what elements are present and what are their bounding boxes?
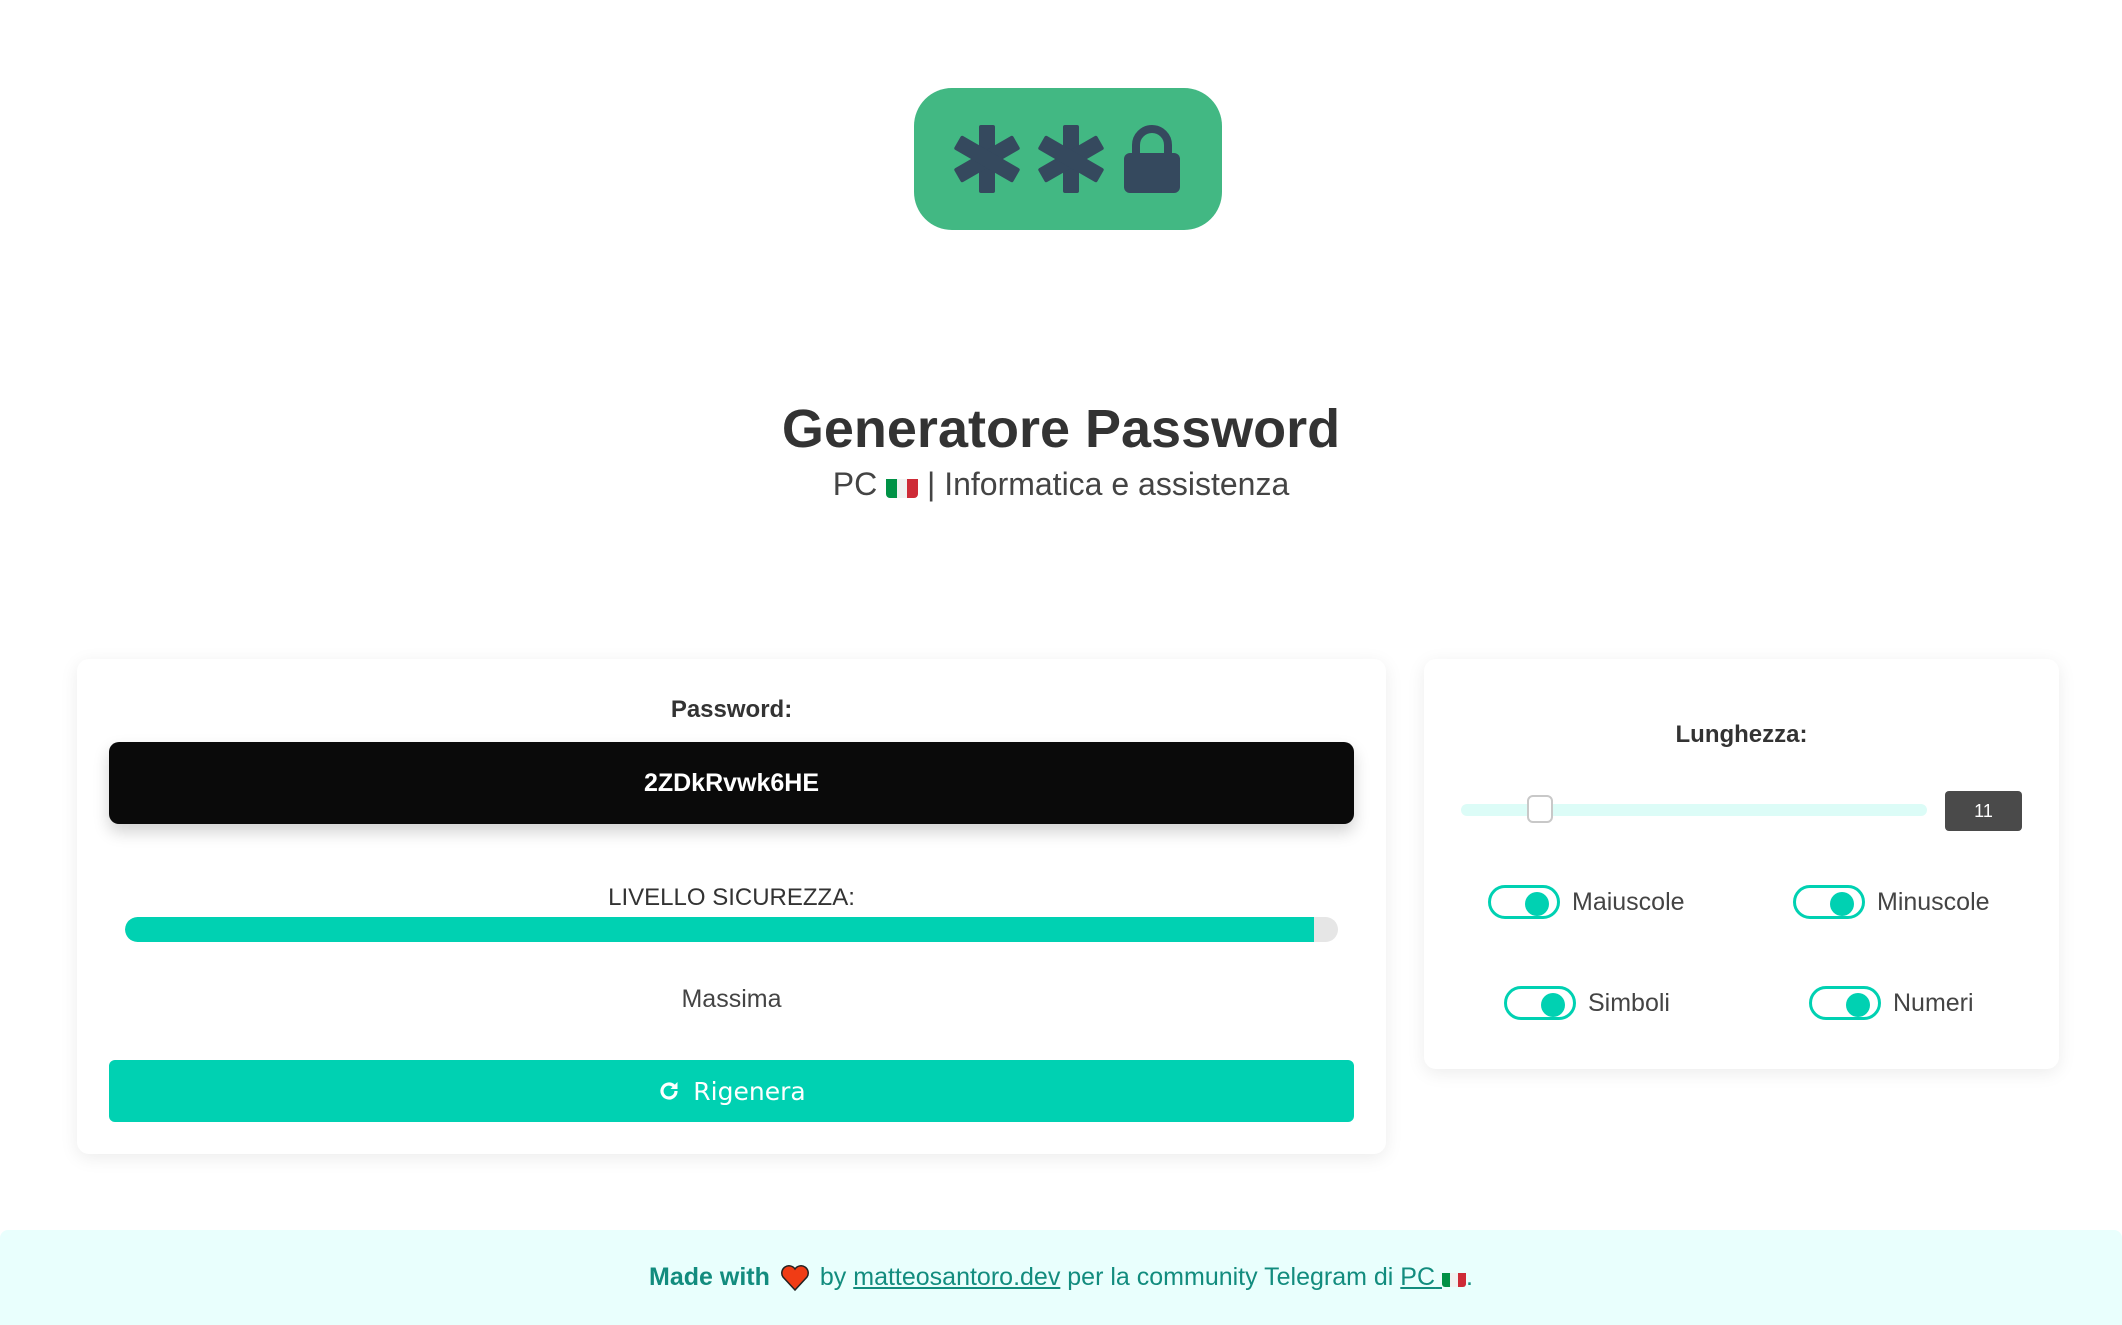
footer: Made with by matteosantoro.dev per la co… bbox=[0, 1230, 2122, 1325]
heart-icon bbox=[780, 1264, 809, 1291]
toggle-uppercase[interactable]: Maiuscole bbox=[1488, 885, 1685, 919]
toggle-switch[interactable] bbox=[1809, 986, 1881, 1020]
footer-middle-text: per la community Telegram di bbox=[1067, 1263, 1394, 1291]
page-subtitle: PC | Informatica e assistenza bbox=[0, 466, 2122, 503]
options-card: Lunghezza: 11 Maiuscole Minuscole Simbol… bbox=[1424, 659, 2059, 1069]
security-progress-fill bbox=[125, 917, 1314, 942]
author-link[interactable]: matteosantoro.dev bbox=[853, 1263, 1060, 1292]
toggle-label: Simboli bbox=[1588, 988, 1670, 1017]
regenerate-label: Rigenera bbox=[693, 1076, 806, 1106]
password-card: Password: 2ZDkRvwk6HE LIVELLO SICUREZZA:… bbox=[77, 659, 1386, 1154]
italy-flag-icon bbox=[1441, 1269, 1466, 1287]
toggle-numbers[interactable]: Numeri bbox=[1809, 986, 1974, 1020]
toggle-label: Numeri bbox=[1893, 988, 1974, 1017]
length-slider[interactable] bbox=[1461, 795, 1927, 823]
toggle-symbols[interactable]: Simboli bbox=[1504, 986, 1670, 1020]
community-link-label[interactable]: PC bbox=[1400, 1263, 1435, 1291]
community-link[interactable]: PC bbox=[1400, 1263, 1466, 1292]
length-label: Lunghezza: bbox=[1675, 721, 1808, 748]
toggle-switch[interactable] bbox=[1488, 885, 1560, 919]
length-slider-thumb[interactable] bbox=[1526, 795, 1553, 823]
made-with-text: Made with bbox=[649, 1263, 770, 1291]
app-logo bbox=[914, 88, 1222, 230]
security-level-value: Massima bbox=[681, 985, 782, 1013]
length-value: 11 bbox=[1945, 791, 2022, 831]
toggle-label: Minuscole bbox=[1877, 887, 1990, 916]
asterisk-icon bbox=[954, 125, 1020, 193]
password-value[interactable]: 2ZDkRvwk6HE bbox=[644, 769, 819, 798]
security-progress-bar bbox=[125, 917, 1338, 942]
toggle-label: Maiuscole bbox=[1572, 887, 1685, 916]
toggle-lowercase[interactable]: Minuscole bbox=[1793, 885, 1990, 919]
page-title: Generatore Password bbox=[781, 399, 1341, 459]
italy-flag-icon bbox=[886, 474, 919, 498]
by-text: by bbox=[819, 1263, 847, 1291]
refresh-icon bbox=[660, 1082, 678, 1100]
toggle-switch[interactable] bbox=[1504, 986, 1576, 1020]
asterisk-icon bbox=[1038, 125, 1104, 193]
subtitle-prefix: PC bbox=[832, 466, 878, 502]
regenerate-button[interactable]: Rigenera bbox=[109, 1060, 1354, 1122]
security-level-label: LIVELLO SICUREZZA: bbox=[608, 884, 855, 911]
footer-end: . bbox=[1465, 1263, 1473, 1291]
password-output[interactable]: 2ZDkRvwk6HE bbox=[109, 742, 1354, 824]
lock-icon bbox=[1124, 125, 1180, 193]
password-label: Password: bbox=[670, 696, 793, 723]
toggle-switch[interactable] bbox=[1793, 885, 1865, 919]
subtitle-suffix: | Informatica e assistenza bbox=[926, 466, 1290, 502]
